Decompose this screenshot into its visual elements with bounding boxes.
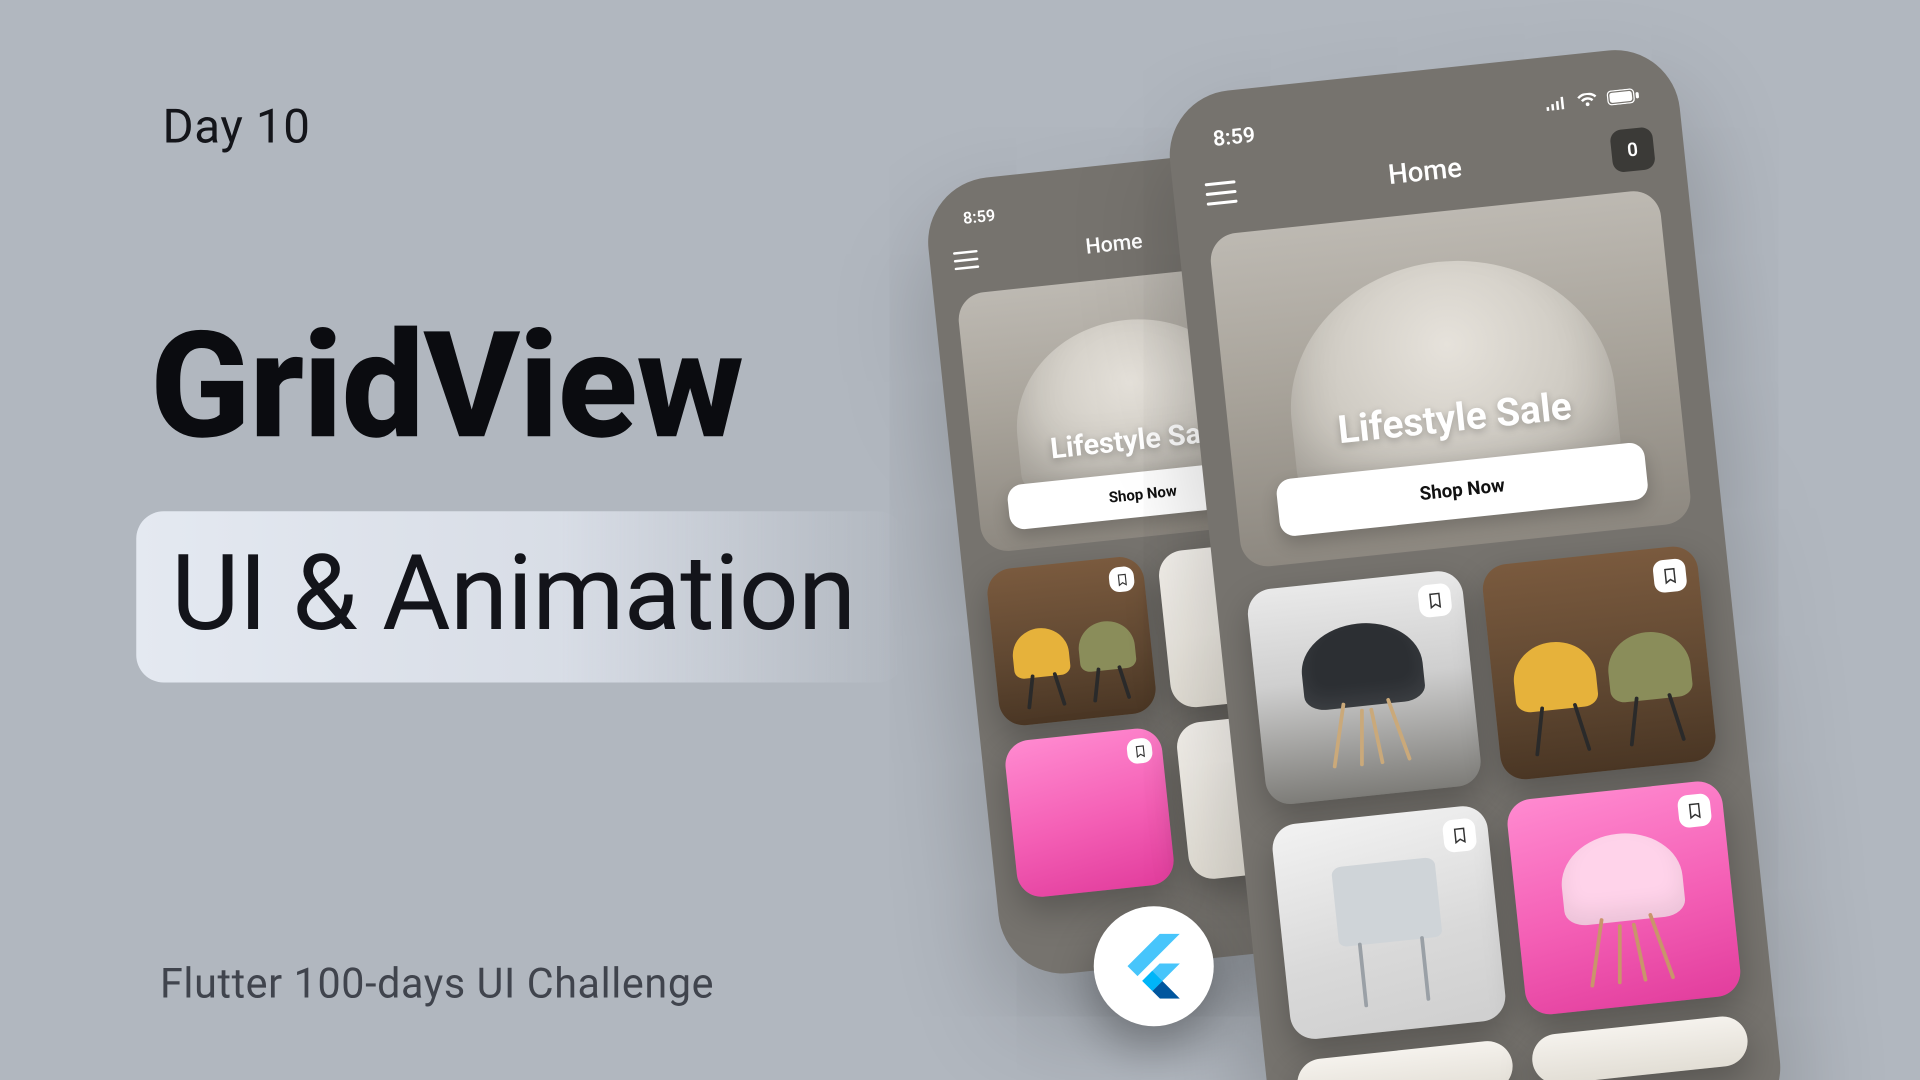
wifi-icon (1575, 92, 1599, 109)
bookmark-icon[interactable] (1126, 737, 1153, 764)
signal-icon (1543, 95, 1569, 113)
menu-icon[interactable] (1202, 179, 1239, 208)
chair-illustration (1076, 619, 1141, 703)
status-time: 8:59 (962, 207, 996, 229)
bookmark-icon[interactable] (1652, 558, 1688, 594)
bookmark-icon[interactable] (1442, 817, 1478, 853)
status-icons (1543, 87, 1642, 112)
bookmark-icon[interactable] (1108, 566, 1135, 593)
status-time: 8:59 (1212, 123, 1257, 152)
product-tile[interactable] (1480, 544, 1718, 782)
chair-illustration (1557, 827, 1693, 990)
chair-illustration (1605, 628, 1698, 748)
challenge-label: Flutter 100-days UI Challenge (160, 960, 714, 1009)
chair-illustration (1297, 617, 1432, 772)
nav-title: Home (1084, 229, 1143, 260)
product-tile[interactable] (1270, 804, 1508, 1042)
menu-icon[interactable] (951, 249, 980, 272)
product-tile[interactable] (1003, 726, 1176, 899)
chair-illustration (1010, 626, 1075, 710)
bookmark-icon[interactable] (1417, 583, 1453, 619)
bookmark-icon[interactable] (1677, 793, 1713, 829)
battery-icon (1605, 87, 1641, 106)
phone-mockup-front: 8:59 Home 0 Lifestyle Sale Shop Now (1163, 44, 1786, 1080)
hero-card[interactable]: Lifestyle Sale Shop Now (1208, 189, 1693, 569)
product-tile[interactable] (985, 555, 1158, 728)
flutter-icon (1121, 934, 1186, 999)
product-tile[interactable] (1530, 1014, 1750, 1080)
cart-badge[interactable]: 0 (1609, 126, 1656, 173)
page-title: GridView (150, 300, 743, 473)
product-grid (1245, 544, 1750, 1080)
chair-illustration (1510, 638, 1603, 758)
flutter-logo-badge (1094, 906, 1214, 1026)
page-subtitle: UI & Animation (136, 511, 905, 682)
product-tile[interactable] (1295, 1039, 1515, 1080)
product-tile[interactable] (1245, 569, 1483, 807)
day-label: Day 10 (163, 100, 311, 155)
product-tile[interactable] (1505, 779, 1743, 1017)
chair-illustration (1331, 857, 1449, 1010)
nav-title: Home (1387, 152, 1464, 191)
